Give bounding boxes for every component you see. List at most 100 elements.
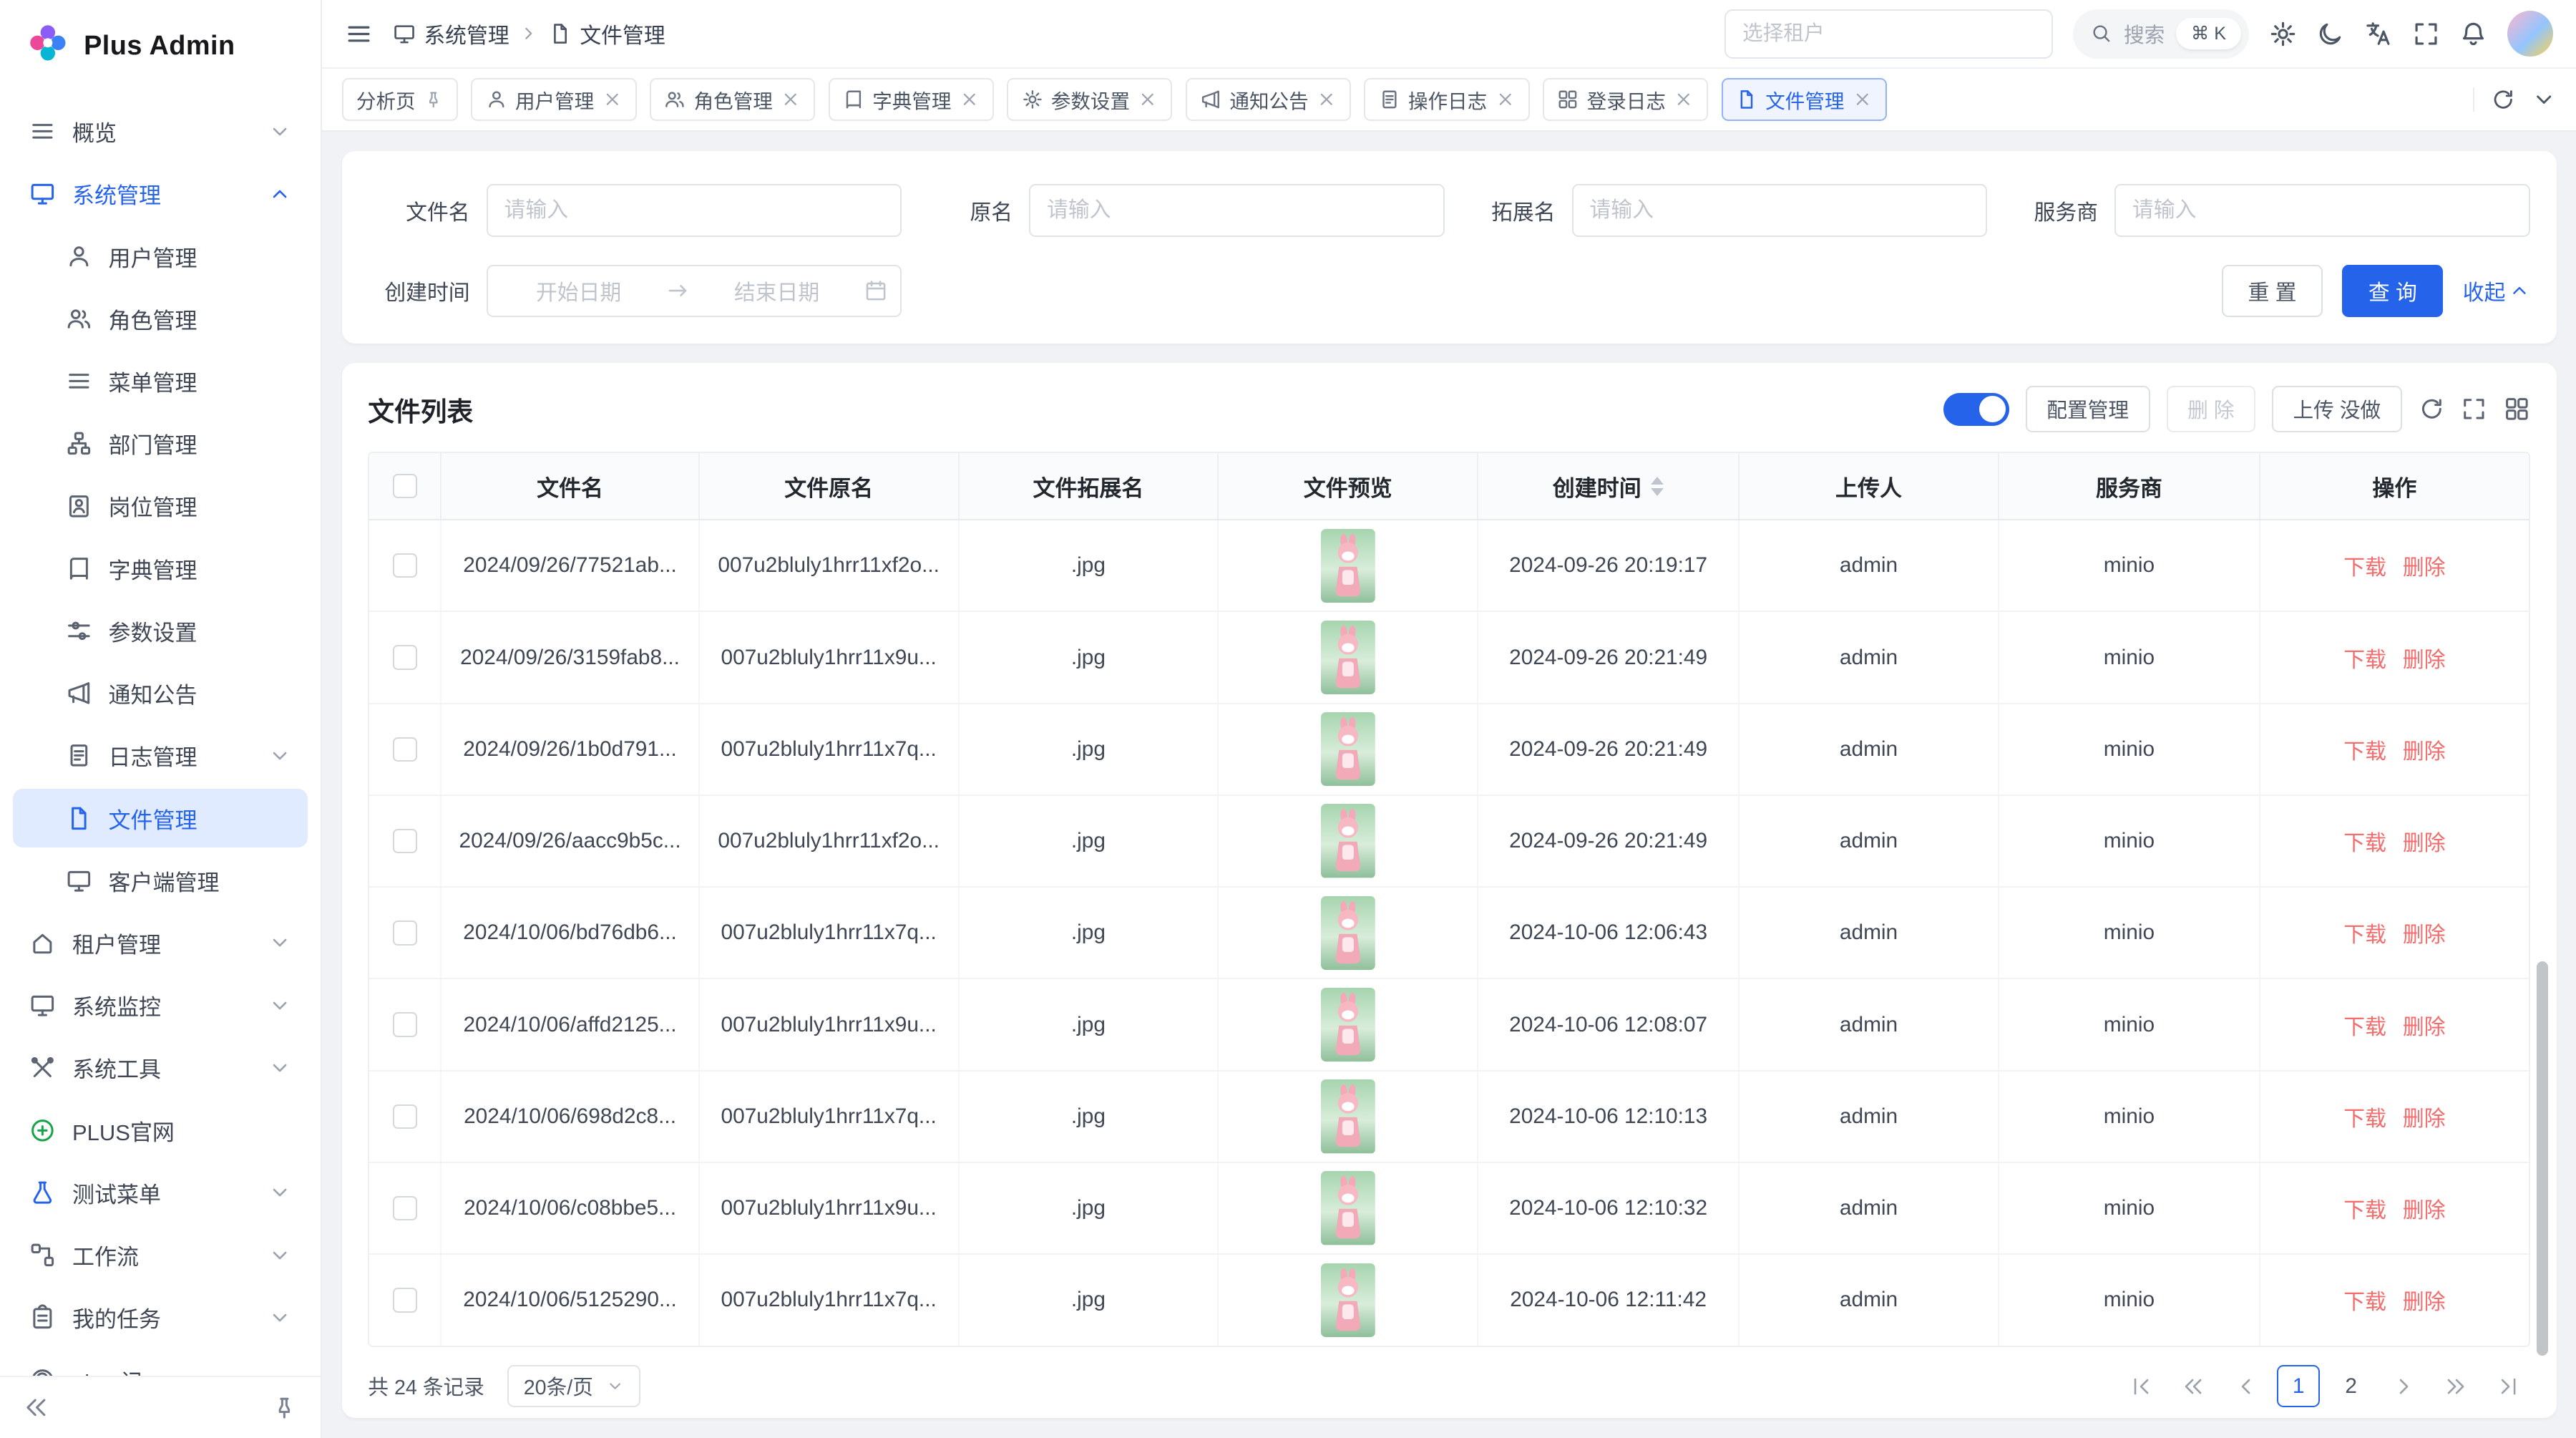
column-settings-icon[interactable] <box>2504 396 2530 422</box>
tab-notices[interactable]: 通知公告 <box>1186 78 1351 121</box>
page-button-2[interactable]: 2 <box>2330 1365 2373 1408</box>
file-preview-image[interactable] <box>1321 529 1375 603</box>
delete-link[interactable]: 删除 <box>2403 1101 2446 1132</box>
sidebar-collapse-button[interactable] <box>23 1394 49 1421</box>
col-created-time[interactable]: 创建时间 <box>1478 453 1740 519</box>
sort-icons[interactable] <box>1651 477 1664 496</box>
row-checkbox[interactable] <box>393 645 417 669</box>
tab-options-icon[interactable] <box>2532 87 2556 112</box>
global-search[interactable]: 搜索 ⌘ K <box>2073 9 2249 59</box>
row-checkbox[interactable] <box>393 1104 417 1129</box>
sidebar-pin-button[interactable] <box>271 1394 298 1421</box>
tab-dicts[interactable]: 字典管理 <box>829 78 994 121</box>
filename-input[interactable] <box>487 184 902 236</box>
config-manage-button[interactable]: 配置管理 <box>2026 386 2150 432</box>
first-page-button[interactable] <box>2119 1365 2162 1408</box>
sidebar-item-plus-site[interactable]: PLUS官网 <box>13 1101 307 1160</box>
tab-params[interactable]: 参数设置 <box>1007 78 1172 121</box>
tab-close-icon[interactable] <box>1317 89 1337 110</box>
page-button-1[interactable]: 1 <box>2277 1365 2320 1408</box>
topbar-fullscreen-icon[interactable] <box>2412 20 2440 48</box>
tab-close-icon[interactable] <box>1853 89 1873 110</box>
download-link[interactable]: 下载 <box>2343 550 2386 581</box>
sidebar-item-gitee[interactable]: gitee记... <box>13 1351 307 1376</box>
download-link[interactable]: 下载 <box>2343 734 2386 765</box>
dark-mode-icon[interactable] <box>2316 20 2344 48</box>
tenant-select[interactable] <box>1724 9 2053 59</box>
tab-roles[interactable]: 角色管理 <box>650 78 815 121</box>
sidebar-item-my-tasks[interactable]: 我的任务 <box>13 1288 307 1347</box>
tab-close-icon[interactable] <box>781 89 801 110</box>
tab-users[interactable]: 用户管理 <box>471 78 636 121</box>
delete-link[interactable]: 删除 <box>2403 1192 2446 1224</box>
query-button[interactable]: 查 询 <box>2342 265 2443 317</box>
sidebar-item-notices[interactable]: 通知公告 <box>13 664 307 723</box>
tab-pin-icon[interactable] <box>424 89 444 110</box>
download-link[interactable]: 下载 <box>2343 1284 2386 1316</box>
row-checkbox[interactable] <box>393 920 417 945</box>
batch-delete-button[interactable]: 删 除 <box>2167 386 2255 432</box>
select-all-checkbox[interactable] <box>393 474 417 498</box>
sidebar-item-system[interactable]: 系统管理 <box>13 165 307 224</box>
breadcrumb-system-management[interactable]: 系统管理 <box>393 18 509 49</box>
table-scrollbar-thumb[interactable] <box>2537 961 2548 1356</box>
row-checkbox[interactable] <box>393 553 417 578</box>
delete-link[interactable]: 删除 <box>2403 550 2446 581</box>
fast-prev-button[interactable] <box>2172 1365 2215 1408</box>
sidebar-item-logs[interactable]: 日志管理 <box>13 727 307 786</box>
download-link[interactable]: 下载 <box>2343 1192 2386 1224</box>
table-refresh-icon[interactable] <box>2419 396 2445 422</box>
file-preview-image[interactable] <box>1321 804 1375 878</box>
sidebar-item-menus[interactable]: 菜单管理 <box>13 351 307 411</box>
collapse-filter-link[interactable]: 收起 <box>2463 275 2530 306</box>
created-date-range[interactable]: 开始日期 结束日期 <box>487 265 902 317</box>
sidebar-item-files[interactable]: 文件管理 <box>13 789 307 848</box>
file-preview-image[interactable] <box>1321 988 1375 1062</box>
sidebar-item-test-menu[interactable]: 测试菜单 <box>13 1163 307 1223</box>
settings-icon[interactable] <box>2269 20 2297 48</box>
sidebar-item-overview[interactable]: 概览 <box>13 102 307 161</box>
download-link[interactable]: 下载 <box>2343 1101 2386 1132</box>
tab-op-logs[interactable]: 操作日志 <box>1364 78 1529 121</box>
tab-close-icon[interactable] <box>960 89 980 110</box>
file-preview-image[interactable] <box>1321 712 1375 786</box>
sidebar-item-posts[interactable]: 岗位管理 <box>13 477 307 536</box>
hamburger-menu-button[interactable] <box>345 20 373 48</box>
next-page-button[interactable] <box>2382 1365 2425 1408</box>
provider-input[interactable] <box>2114 184 2530 236</box>
row-checkbox[interactable] <box>393 1012 417 1036</box>
delete-link[interactable]: 删除 <box>2403 1284 2446 1316</box>
row-checkbox[interactable] <box>393 1196 417 1220</box>
delete-link[interactable]: 删除 <box>2403 734 2446 765</box>
sidebar-item-params[interactable]: 参数设置 <box>13 601 307 661</box>
file-preview-image[interactable] <box>1321 1171 1375 1245</box>
origin-name-input[interactable] <box>1029 184 1445 236</box>
tab-close-icon[interactable] <box>1496 89 1516 110</box>
language-icon[interactable] <box>2364 20 2392 48</box>
sidebar-item-clients[interactable]: 客户端管理 <box>13 851 307 910</box>
download-link[interactable]: 下载 <box>2343 917 2386 948</box>
file-preview-image[interactable] <box>1321 621 1375 694</box>
file-preview-image[interactable] <box>1321 1079 1375 1153</box>
sidebar-item-users[interactable]: 用户管理 <box>13 227 307 286</box>
selection-toggle[interactable] <box>1943 393 2009 426</box>
breadcrumb-file-management[interactable]: 文件管理 <box>549 18 665 49</box>
tab-analysis[interactable]: 分析页 <box>342 78 458 121</box>
sidebar-item-sys-monitor[interactable]: 系统监控 <box>13 976 307 1035</box>
table-fullscreen-icon[interactable] <box>2461 396 2487 422</box>
sidebar-item-workflow[interactable]: 工作流 <box>13 1225 307 1285</box>
sidebar-item-tenants[interactable]: 租户管理 <box>13 913 307 973</box>
row-checkbox[interactable] <box>393 829 417 853</box>
delete-link[interactable]: 删除 <box>2403 917 2446 948</box>
download-link[interactable]: 下载 <box>2343 642 2386 674</box>
delete-link[interactable]: 删除 <box>2403 1009 2446 1041</box>
row-checkbox[interactable] <box>393 737 417 762</box>
sidebar-item-dicts[interactable]: 字典管理 <box>13 539 307 598</box>
file-preview-image[interactable] <box>1321 1263 1375 1337</box>
fast-next-button[interactable] <box>2435 1365 2478 1408</box>
refresh-page-icon[interactable] <box>2491 87 2515 112</box>
prev-page-button[interactable] <box>2225 1365 2268 1408</box>
delete-link[interactable]: 删除 <box>2403 642 2446 674</box>
delete-link[interactable]: 删除 <box>2403 825 2446 857</box>
notifications-icon[interactable] <box>2459 20 2487 48</box>
